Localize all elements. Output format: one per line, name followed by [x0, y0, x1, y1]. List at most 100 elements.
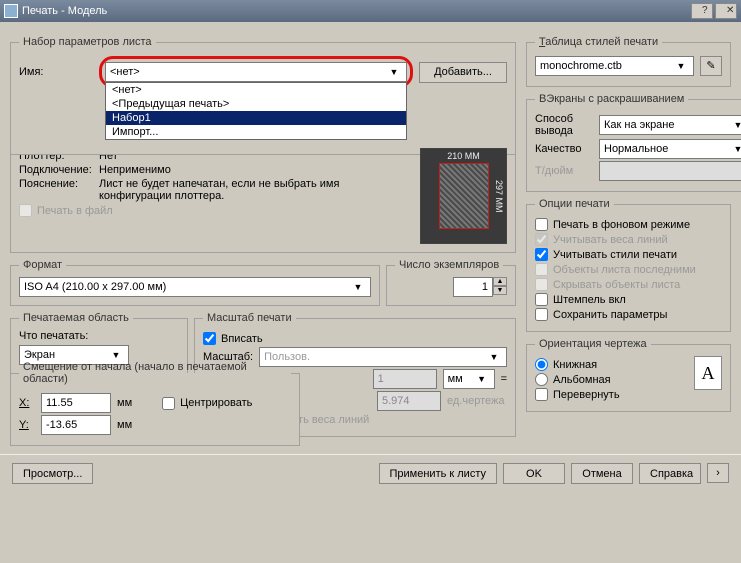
add-sheet-button[interactable]: Добавить...: [419, 62, 507, 83]
paperlast-label: Объекты листа последними: [553, 264, 696, 276]
dropdown-item[interactable]: Импорт...: [106, 125, 406, 139]
dpi-input: [599, 161, 741, 181]
edit-style-button[interactable]: ✎: [700, 56, 722, 76]
lw-label: Учитывать веса линий: [553, 234, 668, 246]
scale-legend: Масштаб печати: [203, 312, 296, 324]
styles-checkbox[interactable]: [535, 248, 548, 261]
what-to-plot-label: Что печатать:: [19, 330, 179, 342]
stamp-label: Штемпель вкл: [553, 294, 626, 306]
shaded-legend: ВЭкраны с раскрашиванием: [535, 93, 688, 105]
copies-legend: Число экземпляров: [395, 259, 503, 271]
stamp-checkbox[interactable]: [535, 293, 548, 306]
quality-label: Качество: [535, 143, 593, 155]
plot-area-legend: Печатаемая область: [19, 312, 133, 324]
x-unit: мм: [117, 397, 132, 409]
quality-combo[interactable]: Нормальное▼: [599, 139, 741, 159]
orientation-group: Ориентация чертежа Книжная Альбомная Пер…: [526, 338, 731, 412]
desc-value: Лист не будет напечатан, если не выбрать…: [99, 178, 410, 202]
chevron-down-icon: ▼: [108, 350, 124, 360]
save-label: Сохранить параметры: [553, 309, 667, 321]
paper-preview: 210 MM 297 MM: [420, 148, 507, 244]
portrait-radio[interactable]: [535, 358, 548, 371]
scale-num-input: [373, 369, 437, 389]
dropdown-item[interactable]: <нет>: [106, 83, 406, 97]
copies-group: Число экземпляров ▲▼: [386, 259, 516, 306]
shaded-group: ВЭкраны с раскрашиванием Способ вывода К…: [526, 93, 741, 192]
preview-height-label: 297 MM: [494, 180, 504, 213]
preview-button[interactable]: Просмотр...: [12, 463, 93, 484]
x-input[interactable]: [41, 393, 111, 413]
shade-mode-combo[interactable]: Как на экране▼: [599, 115, 741, 135]
sheet-params-legend: Набор параметров листа: [19, 36, 156, 48]
window-title: Печать - Модель: [22, 5, 107, 17]
landscape-label: Альбомная: [553, 374, 611, 386]
port-value: Неприменимо: [99, 164, 171, 176]
landscape-radio[interactable]: [535, 373, 548, 386]
y-label: Y:: [19, 419, 35, 431]
paperlast-checkbox: [535, 263, 548, 276]
y-unit: мм: [117, 419, 132, 431]
format-combo[interactable]: ISO A4 (210.00 x 297.00 мм)▼: [19, 277, 371, 297]
sheet-params-group: Набор параметров листа Имя: <нет> ▼ <нет…: [10, 36, 516, 155]
chevron-down-icon: ▼: [730, 144, 741, 154]
app-icon: [4, 4, 18, 18]
plot-options-group: Опции печати Печать в фоновом режиме Учи…: [526, 198, 731, 332]
format-legend: Формат: [19, 259, 66, 271]
apply-button[interactable]: Применить к листу: [379, 463, 498, 484]
hidepaper-label: Скрывать объекты листа: [553, 279, 680, 291]
ok-button[interactable]: OK: [503, 463, 565, 484]
save-checkbox[interactable]: [535, 308, 548, 321]
bg-label: Печать в фоновом режиме: [553, 219, 690, 231]
equals-label: =: [501, 373, 507, 385]
plot-options-legend: Опции печати: [535, 198, 614, 210]
dropdown-item[interactable]: <Предыдущая печать>: [106, 97, 406, 111]
style-table-legend: Таблица стилей печати: [535, 36, 662, 48]
lw-checkbox: [535, 233, 548, 246]
chevron-down-icon: ▼: [486, 352, 502, 362]
style-table-combo[interactable]: monochrome.ctb▼: [535, 56, 694, 76]
port-label: Подключение:: [19, 164, 93, 176]
chevron-down-icon: ▼: [350, 282, 366, 292]
copies-input[interactable]: [453, 277, 493, 297]
upside-label: Перевернуть: [553, 389, 620, 401]
sheet-name-dropdown[interactable]: <нет> <Предыдущая печать> Набор1 Импорт.…: [105, 82, 407, 140]
fit-checkbox[interactable]: [203, 332, 216, 345]
drawing-units-label: ед.чертежа: [447, 395, 507, 407]
dropdown-item[interactable]: Набор1: [106, 111, 406, 125]
chevron-down-icon: ▼: [673, 61, 689, 71]
help-button[interactable]: ?: [691, 3, 713, 19]
preview-width-label: 210 MM: [447, 151, 480, 161]
titlebar: Печать - Модель ? ✕: [0, 0, 741, 22]
spin-up-icon[interactable]: ▲: [493, 277, 507, 286]
x-label: X:: [19, 397, 35, 409]
shade-mode-label: Способ вывода: [535, 113, 593, 137]
preview-page: [439, 163, 489, 229]
center-label: Центрировать: [180, 397, 252, 409]
expand-button[interactable]: ›: [707, 463, 729, 483]
scale-unit-combo[interactable]: мм▼: [443, 369, 495, 389]
chevron-down-icon: ▼: [474, 374, 490, 384]
portrait-label: Книжная: [553, 359, 597, 371]
help-button-footer[interactable]: Справка: [639, 463, 701, 484]
offset-legend: Смещение от начала (начало в печатаемой …: [19, 361, 291, 385]
sheet-name-combo[interactable]: <нет> ▼: [105, 62, 407, 82]
spin-down-icon[interactable]: ▼: [493, 286, 507, 295]
center-checkbox[interactable]: [162, 397, 175, 410]
style-table-group: Таблица стилей печати monochrome.ctb▼ ✎: [526, 36, 731, 87]
y-input[interactable]: [41, 415, 111, 435]
scale-den-input: [377, 391, 441, 411]
bg-checkbox[interactable]: [535, 218, 548, 231]
hidepaper-checkbox: [535, 278, 548, 291]
cancel-button[interactable]: Отмена: [571, 463, 633, 484]
chevron-down-icon: ▼: [386, 67, 402, 77]
fit-label: Вписать: [221, 333, 263, 345]
upside-checkbox[interactable]: [535, 388, 548, 401]
format-group: Формат ISO A4 (210.00 x 297.00 мм)▼: [10, 259, 380, 306]
sheet-name-label: Имя:: [19, 66, 93, 78]
orientation-icon: А: [694, 356, 722, 390]
desc-label: Пояснение:: [19, 178, 93, 190]
styles-label: Учитывать стили печати: [553, 249, 677, 261]
print-to-file-checkbox: [19, 204, 32, 217]
offset-group: Смещение от начала (начало в печатаемой …: [10, 361, 300, 446]
close-button[interactable]: ✕: [715, 3, 737, 19]
